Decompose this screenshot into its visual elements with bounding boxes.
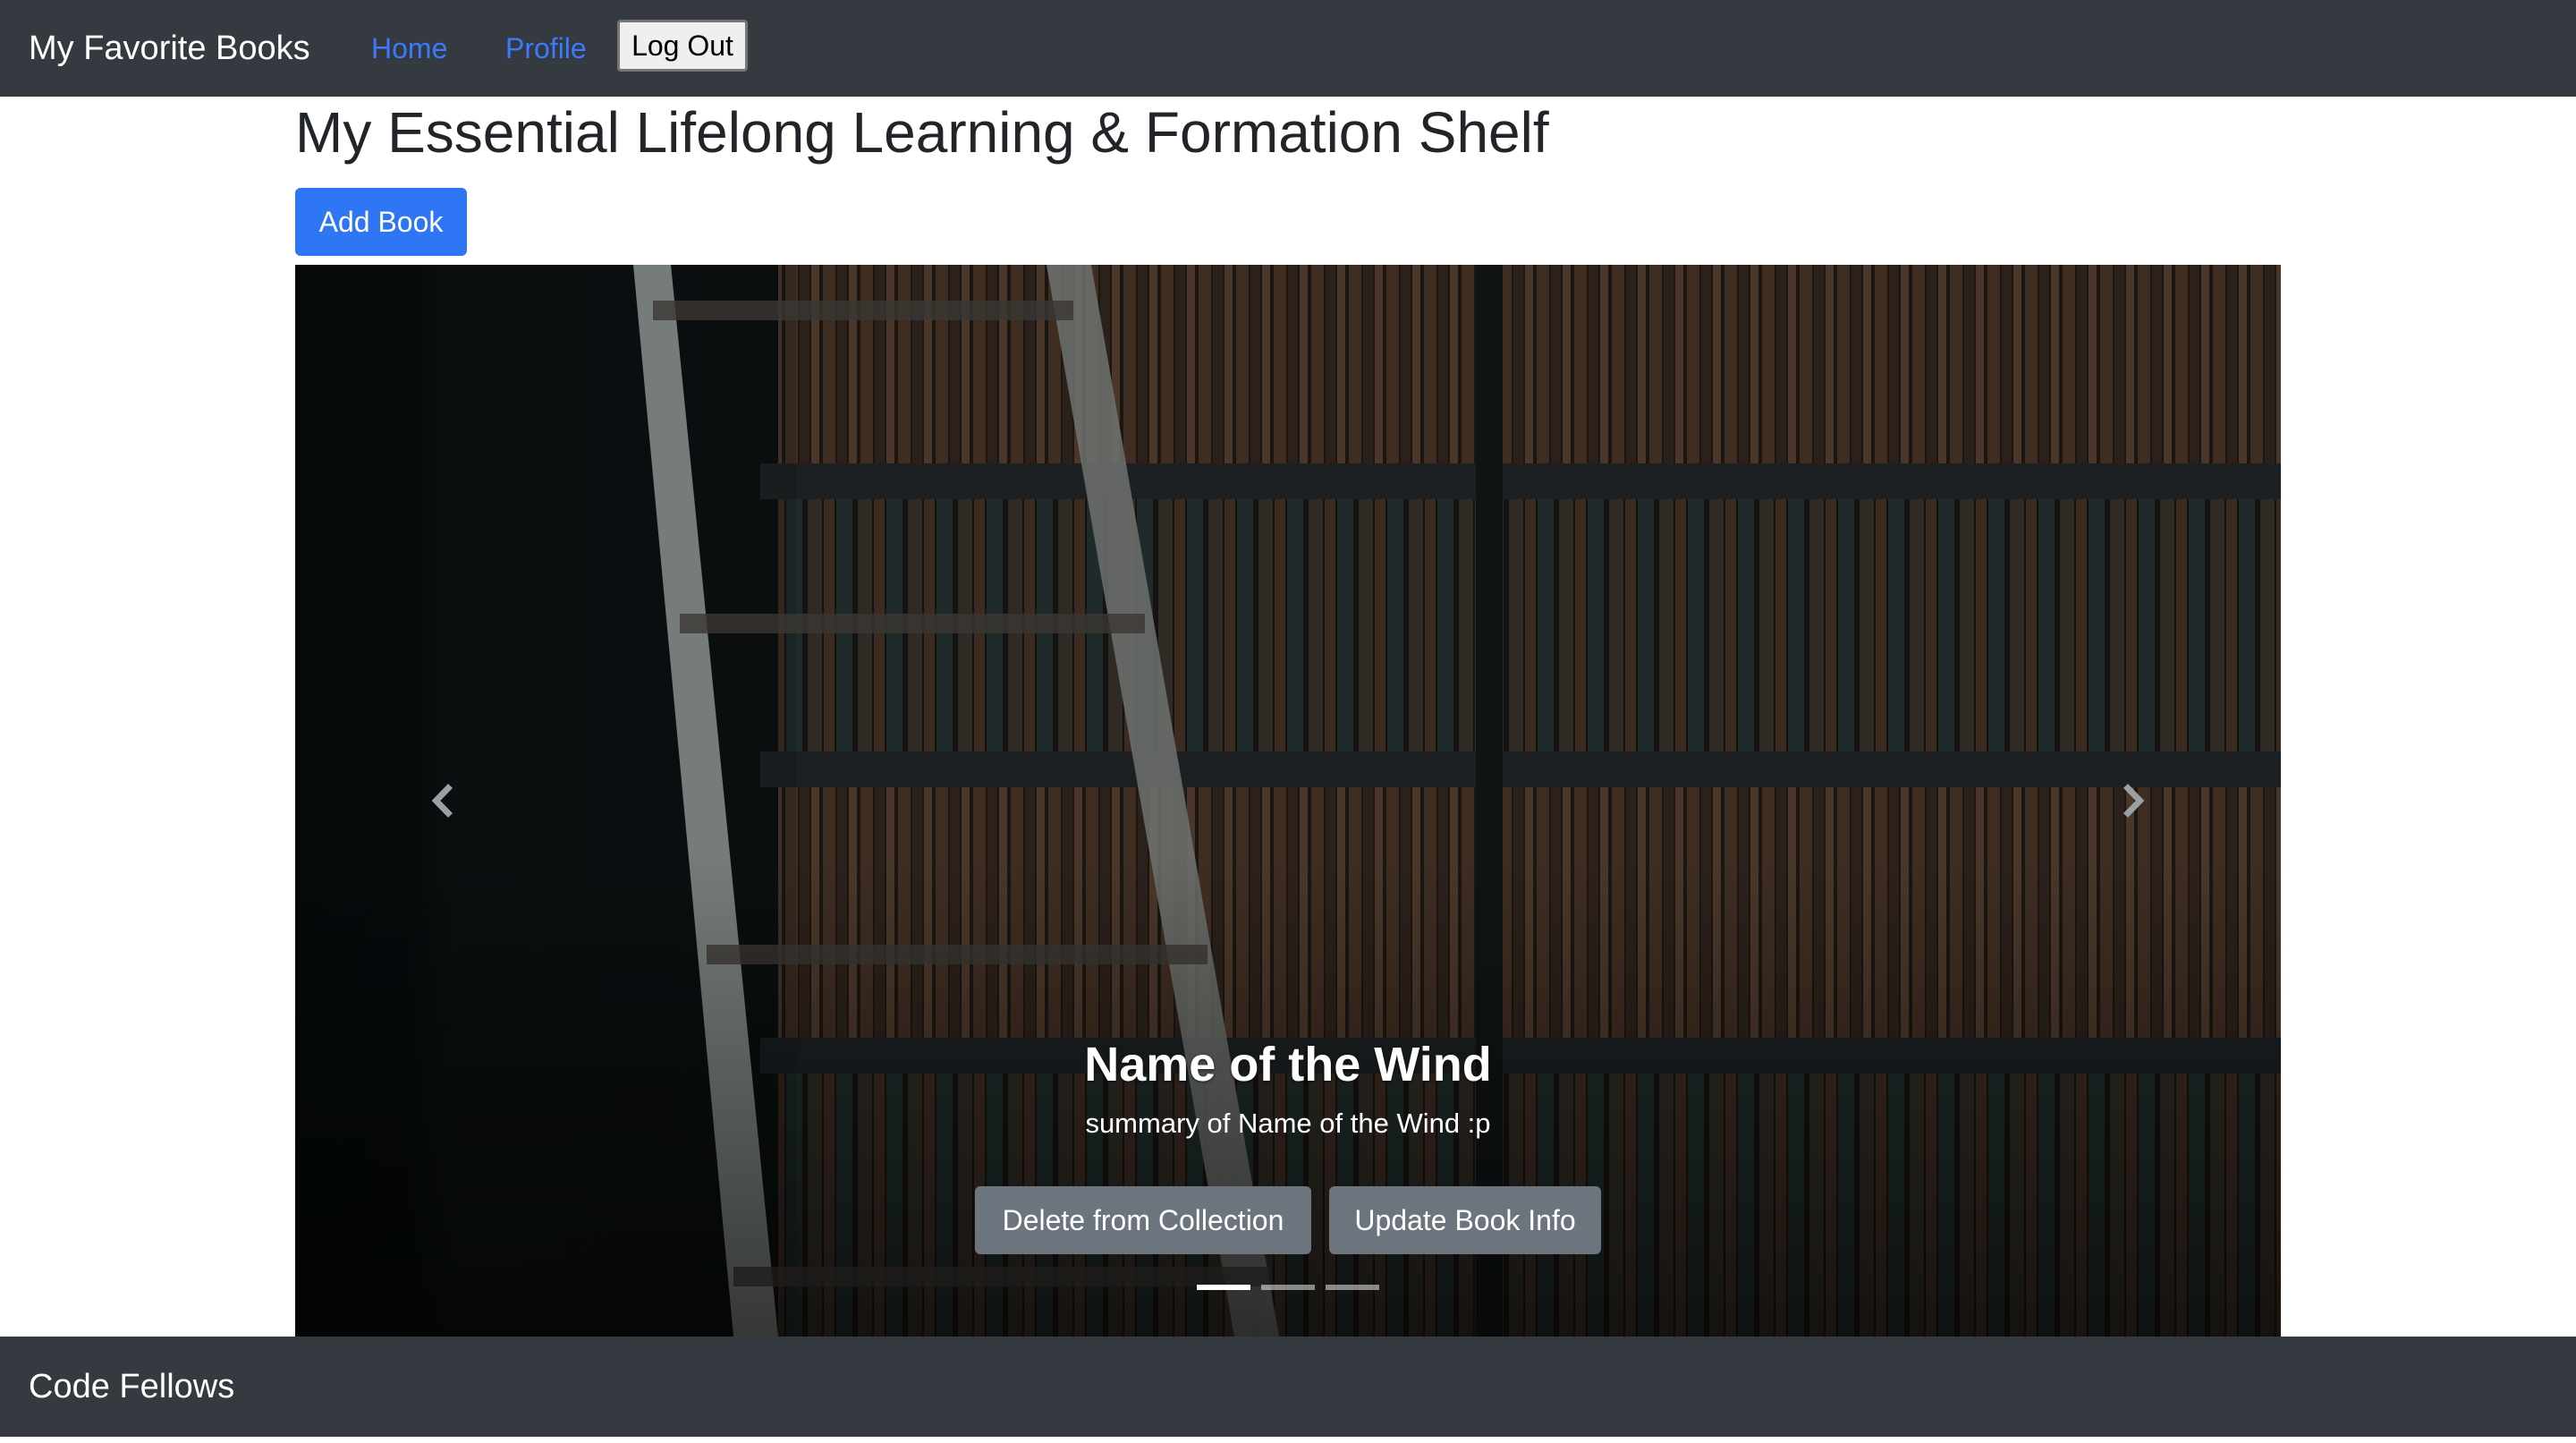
nav-link-profile[interactable]: Profile [505, 0, 587, 97]
footer-text: Code Fellows [29, 1368, 235, 1405]
chevron-right-icon [2123, 784, 2145, 818]
book-title: Name of the Wind [1084, 1038, 1492, 1091]
add-book-button[interactable]: Add Book [295, 188, 467, 256]
navbar: My Favorite Books Home Profile Log Out [0, 0, 2576, 97]
carousel-indicators [295, 1285, 2281, 1290]
page-title: My Essential Lifelong Learning & Formati… [295, 100, 1549, 165]
book-carousel: Name of the Wind summary of Name of the … [295, 265, 2281, 1337]
carousel-indicator[interactable] [1261, 1285, 1315, 1290]
carousel-indicator[interactable] [1326, 1285, 1379, 1290]
update-book-button[interactable]: Update Book Info [1329, 1186, 1601, 1254]
footer: Code Fellows [0, 1337, 2576, 1437]
navbar-brand[interactable]: My Favorite Books [29, 0, 310, 97]
bookshelf-background-image [295, 265, 2281, 1337]
logout-button[interactable]: Log Out [617, 20, 748, 72]
carousel-next-button[interactable] [1986, 265, 2281, 1337]
nav-link-home[interactable]: Home [371, 0, 447, 97]
chevron-left-icon [431, 784, 453, 818]
delete-book-button[interactable]: Delete from Collection [975, 1186, 1311, 1254]
carousel-prev-button[interactable] [295, 265, 590, 1337]
book-summary: summary of Name of the Wind :p [1085, 1108, 1491, 1139]
carousel-indicator[interactable] [1197, 1285, 1250, 1290]
